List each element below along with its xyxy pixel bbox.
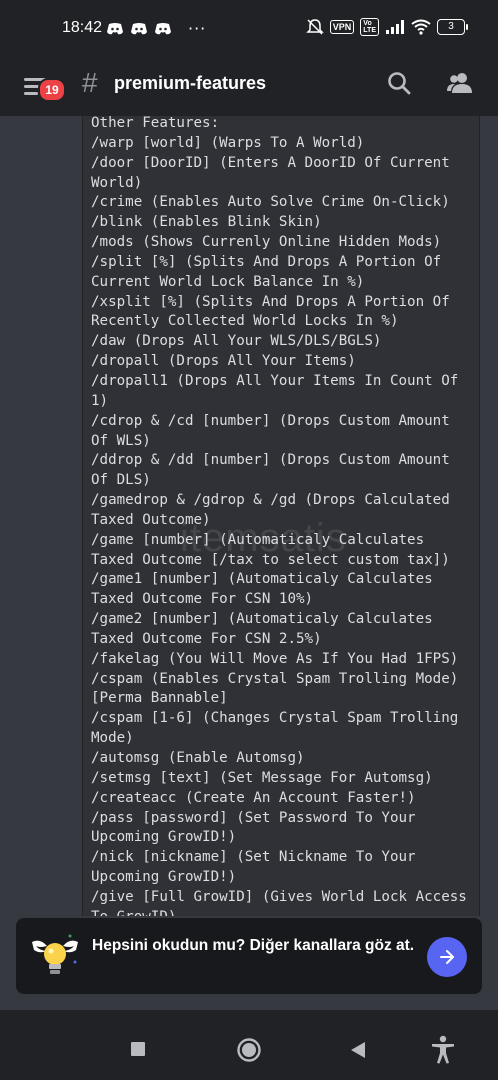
command-line: /game2 [number] (Automaticaly Calculates xyxy=(91,611,433,628)
command-line: /dropall (Drops All Your Items) xyxy=(91,353,356,370)
back-button[interactable] xyxy=(349,1040,367,1060)
notification-badge: 19 xyxy=(38,78,66,102)
read-all-banner[interactable]: Hepsini okudun mu? Diğer kanallara göz a… xyxy=(16,918,482,994)
command-line: /fakelag (You Will Move As If You Had 1F… xyxy=(91,650,459,667)
command-line: Recently Collected World Locks In %) xyxy=(91,313,399,330)
winged-lightbulb-icon xyxy=(32,934,78,974)
channel-name[interactable]: premium-features xyxy=(114,73,266,94)
watermark: itemsatis xyxy=(180,516,347,560)
vpn-icon: VPN xyxy=(329,20,355,34)
command-line: /createacc (Create An Account Faster!) xyxy=(91,789,416,806)
home-button[interactable] xyxy=(236,1037,262,1063)
members-icon[interactable] xyxy=(446,70,474,96)
command-line: /give [Full GrowID] (Gives World Lock Ac… xyxy=(91,888,467,905)
command-line: /nick [nickname] (Set Nickname To Your xyxy=(91,849,416,866)
command-line: /automsg (Enable Automsg) xyxy=(91,750,305,766)
command-line: Taxed Outcome For CSN 2.5%) xyxy=(91,630,322,647)
battery-level: 3 xyxy=(437,19,465,35)
channel-header: 19 # premium-features xyxy=(0,58,498,116)
command-line: To GrowID) xyxy=(91,908,491,916)
status-time: 18:42 xyxy=(62,19,103,36)
more-notifications-dots: ··· xyxy=(188,19,207,38)
android-nav-bar xyxy=(0,1010,498,1080)
channel-hash-icon: # xyxy=(82,67,98,98)
command-line: Other Features: xyxy=(91,116,220,131)
command-line: /ddrop & /dd [number] (Drops Custom Amou… xyxy=(91,452,450,469)
command-line: /setmsg [text] (Set Message For Automsg) xyxy=(91,769,433,786)
recents-button[interactable] xyxy=(131,1042,145,1056)
command-line: /game1 [number] (Automaticaly Calculates xyxy=(91,571,433,588)
command-line: /blink (Enables Blink Skin) xyxy=(91,214,322,231)
command-line: Upcoming GrowID!) xyxy=(91,829,237,846)
command-line: /door [DoorID] (Enters A DoorID Of Curre… xyxy=(91,154,450,171)
command-line: [Perma Bannable] xyxy=(91,690,228,707)
discord-notification-icon xyxy=(131,22,147,34)
command-line: /gamedrop & /gdrop & /gd (Drops Calculat… xyxy=(91,492,450,509)
next-channel-button[interactable] xyxy=(427,937,467,977)
command-line: Of WLS) xyxy=(91,432,151,449)
command-line: /mods (Shows Currenly Online Hidden Mods… xyxy=(91,234,442,251)
search-icon[interactable] xyxy=(386,70,412,96)
command-line: /cdrop & /cd [number] (Drops Custom Amou… xyxy=(91,412,450,429)
command-line: /cspam (Enables Crystal Spam Trolling Mo… xyxy=(91,670,459,687)
command-line: /daw (Drops All Your WLS/DLS/BGLS) xyxy=(91,333,382,350)
status-notification-icons: ··· xyxy=(106,19,206,38)
banner-text: Hepsini okudun mu? Diğer kanallara göz a… xyxy=(92,937,415,954)
signal-icon xyxy=(386,20,404,34)
command-line: Taxed Outcome For CSN 10%) xyxy=(91,591,314,608)
battery-icon: 3 xyxy=(437,19,468,35)
command-line: /warp [world] (Warps To A World) xyxy=(91,134,365,151)
status-right-icons: VPN Vo LTE 3 xyxy=(305,18,468,36)
command-line: /crime (Enables Auto Solve Crime On-Clic… xyxy=(91,194,450,211)
command-line: /pass [password] (Set Password To Your xyxy=(91,809,416,826)
status-bar: 18:42 ··· VPN Vo LTE 3 xyxy=(0,0,498,58)
volte-icon: Vo LTE xyxy=(360,18,379,36)
command-line: Upcoming GrowID!) xyxy=(91,869,237,886)
accessibility-icon[interactable] xyxy=(430,1035,456,1065)
arrow-right-icon xyxy=(440,950,454,964)
command-line: Mode) xyxy=(91,730,134,747)
wifi-icon xyxy=(411,19,431,35)
command-line: World) xyxy=(91,174,143,191)
muted-bell-icon xyxy=(305,19,324,35)
command-line: Current World Lock Balance In %) xyxy=(91,273,365,290)
command-line: /cspam [1-6] (Changes Crystal Spam Troll… xyxy=(91,710,459,727)
command-line: /split [%] (Splits And Drops A Portion O… xyxy=(91,253,442,270)
command-line: /xsplit [%] (Splits And Drops A Portion … xyxy=(91,293,450,310)
command-line: /dropall1 (Drops All Your Items In Count… xyxy=(91,372,459,389)
discord-notification-icon xyxy=(155,22,171,34)
message-area: Other Features: /warp [world] (Warps To A… xyxy=(0,116,498,916)
discord-notification-icon xyxy=(107,22,123,34)
command-line: 1) xyxy=(91,392,109,409)
command-line: Of DLS) xyxy=(91,472,151,489)
